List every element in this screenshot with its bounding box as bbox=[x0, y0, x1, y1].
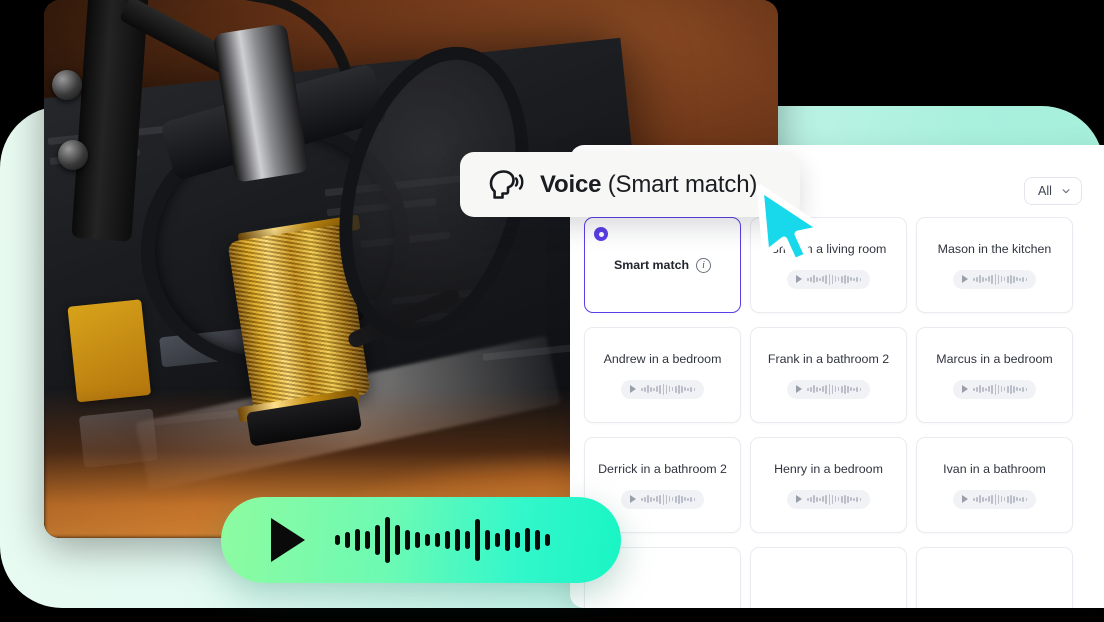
chevron-down-icon bbox=[1062, 189, 1070, 194]
waveform-icon bbox=[640, 493, 696, 505]
voice-filter-value: All bbox=[1038, 184, 1052, 198]
voice-card[interactable]: Andrew in a bedroom bbox=[584, 327, 741, 423]
voice-tooltip: Voice (Smart match) bbox=[460, 152, 800, 217]
voice-preview-play-pill[interactable] bbox=[620, 489, 705, 509]
waveform-icon bbox=[806, 273, 862, 285]
waveform-icon bbox=[806, 493, 862, 505]
play-icon bbox=[629, 495, 636, 503]
play-icon[interactable] bbox=[271, 518, 305, 562]
voice-tooltip-subtitle: (Smart match) bbox=[607, 170, 758, 198]
voice-card[interactable]: Ivan in a bathroom bbox=[916, 437, 1073, 533]
radio-selected-icon[interactable] bbox=[594, 227, 608, 241]
play-icon bbox=[795, 275, 802, 283]
voice-preview-play-pill[interactable] bbox=[786, 489, 871, 509]
play-icon bbox=[795, 385, 802, 393]
waveform-icon bbox=[972, 273, 1028, 285]
voice-head-soundwave-icon bbox=[489, 169, 524, 199]
waveform-icon bbox=[972, 383, 1028, 395]
mouse-pointer-icon bbox=[756, 184, 826, 266]
voice-card[interactable]: Frank in a bathroom 2 bbox=[750, 327, 907, 423]
voice-card-name: Derrick in a bathroom 2 bbox=[598, 461, 727, 476]
voice-tooltip-label: Voice (Smart match) bbox=[540, 171, 757, 199]
voice-card-name: Mason in the kitchen bbox=[937, 241, 1052, 256]
smart-match-label: Smart match bbox=[613, 258, 690, 272]
voice-card-name: Marcus in a bedroom bbox=[936, 351, 1053, 366]
voice-card-name: Andrew in a bedroom bbox=[603, 351, 722, 366]
voice-preview-play-pill[interactable] bbox=[786, 379, 871, 399]
play-icon bbox=[629, 385, 636, 393]
play-icon bbox=[961, 385, 968, 393]
voice-card-grid: Smart match i Brian in a living room Mas… bbox=[584, 217, 1104, 608]
voice-card-name: Frank in a bathroom 2 bbox=[767, 351, 890, 366]
voice-card-smart-match[interactable]: Smart match i bbox=[584, 217, 741, 313]
voice-card[interactable]: Marcus in a bedroom bbox=[916, 327, 1073, 423]
waveform-icon bbox=[806, 383, 862, 395]
voice-card-partial[interactable] bbox=[750, 547, 907, 608]
audio-waveform-icon bbox=[335, 517, 550, 563]
voice-preview-play-pill[interactable] bbox=[786, 269, 871, 289]
voice-tooltip-title: Voice bbox=[540, 170, 608, 198]
screenshot-stage: Recommended voices All Smart match i Bri… bbox=[0, 0, 1104, 622]
play-icon bbox=[795, 495, 802, 503]
play-icon bbox=[961, 495, 968, 503]
voice-card-name: Henry in a bedroom bbox=[774, 461, 883, 476]
voice-card-name: Ivan in a bathroom bbox=[943, 461, 1046, 476]
audio-player-pill[interactable] bbox=[221, 497, 621, 583]
voice-preview-play-pill[interactable] bbox=[620, 379, 705, 399]
voice-card[interactable]: Henry in a bedroom bbox=[750, 437, 907, 533]
voice-preview-play-pill[interactable] bbox=[952, 489, 1037, 509]
voice-preview-play-pill[interactable] bbox=[952, 379, 1037, 399]
info-icon[interactable]: i bbox=[696, 257, 712, 273]
play-icon bbox=[961, 275, 968, 283]
voice-filter-dropdown[interactable]: All bbox=[1024, 177, 1082, 205]
voice-card-partial[interactable] bbox=[916, 547, 1073, 608]
voice-card[interactable]: Mason in the kitchen bbox=[916, 217, 1073, 313]
voice-preview-play-pill[interactable] bbox=[952, 269, 1037, 289]
waveform-icon bbox=[640, 383, 696, 395]
waveform-icon bbox=[972, 493, 1028, 505]
smart-match-row: Smart match i bbox=[613, 257, 712, 273]
